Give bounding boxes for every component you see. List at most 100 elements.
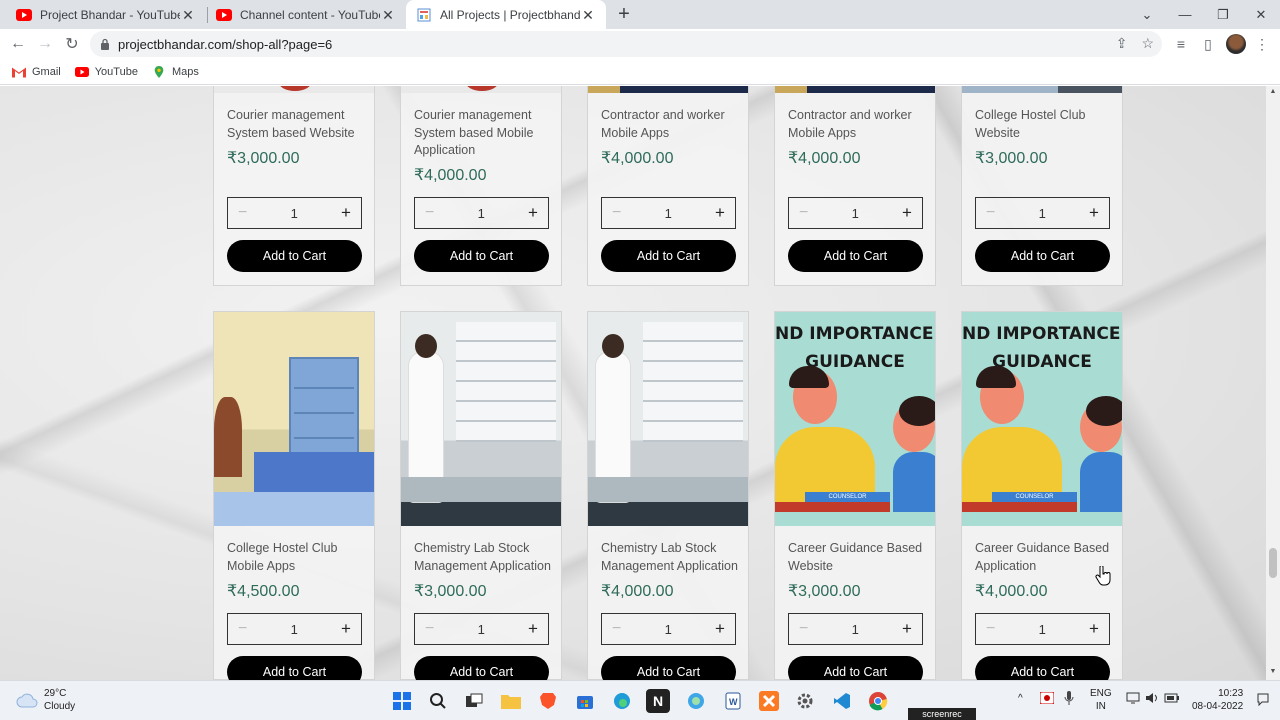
network-icon[interactable]	[1126, 692, 1140, 708]
increment-button[interactable]: +	[341, 619, 351, 639]
add-to-cart-button[interactable]: Add to Cart	[975, 656, 1110, 680]
decrement-button[interactable]: −	[986, 620, 995, 638]
reload-icon[interactable]: ↻	[62, 34, 82, 54]
quantity-value[interactable]: 1	[478, 206, 485, 221]
decrement-button[interactable]: −	[612, 204, 621, 222]
quantity-stepper[interactable]: − 1 +	[227, 613, 362, 645]
new-tab-button[interactable]: +	[614, 4, 634, 24]
product-name[interactable]: Courier management System based Website	[227, 107, 367, 142]
product-name[interactable]: College Hostel Club Website	[975, 107, 1115, 142]
menu-kebab-icon[interactable]: ⋮	[1252, 34, 1272, 54]
quantity-stepper[interactable]: − 1 +	[601, 613, 736, 645]
brave-browser-icon[interactable]	[536, 689, 560, 713]
quantity-stepper[interactable]: − 1 +	[975, 197, 1110, 229]
quantity-stepper[interactable]: − 1 +	[788, 613, 923, 645]
add-to-cart-button[interactable]: Add to Cart	[788, 656, 923, 680]
add-to-cart-button[interactable]: Add to Cart	[227, 240, 362, 272]
increment-button[interactable]: +	[715, 619, 725, 639]
decrement-button[interactable]: −	[425, 620, 434, 638]
quantity-value[interactable]: 1	[1039, 622, 1046, 637]
bookmark-gmail[interactable]: Gmail	[12, 66, 61, 78]
quantity-value[interactable]: 1	[665, 622, 672, 637]
decrement-button[interactable]: −	[799, 204, 808, 222]
vscode-icon[interactable]	[830, 689, 854, 713]
product-image[interactable]: ND IMPORTANCE OF CGUIDANCE COUNSELOR	[962, 312, 1122, 526]
product-card[interactable]: ND IMPORTANCE OF CGUIDANCE COUNSELOR Car…	[961, 311, 1123, 680]
quantity-stepper[interactable]: − 1 +	[227, 197, 362, 229]
scroll-up-arrow-icon[interactable]: ▲	[1269, 88, 1277, 95]
product-name[interactable]: Contractor and worker Mobile Apps	[601, 107, 741, 142]
quantity-stepper[interactable]: − 1 +	[414, 197, 549, 229]
product-card[interactable]: Contractor and worker Mobile Apps ₹4,000…	[587, 86, 749, 286]
notion-icon[interactable]: N	[646, 689, 670, 713]
windows-start-icon[interactable]	[390, 689, 414, 713]
quantity-value[interactable]: 1	[665, 206, 672, 221]
increment-button[interactable]: +	[715, 203, 725, 223]
tab-search-chevron-icon[interactable]: ⌄	[1128, 0, 1166, 29]
product-image[interactable]: ND IMPORTANCE OF CGUIDANCE COUNSELOR	[775, 312, 935, 526]
close-tab-icon[interactable]: ✕	[380, 7, 396, 23]
settings-gear-icon[interactable]	[793, 689, 817, 713]
product-name[interactable]: College Hostel Club Mobile Apps	[227, 540, 367, 575]
profile-avatar[interactable]	[1226, 34, 1246, 54]
clock[interactable]: 10:23 08-04-2022	[1192, 687, 1243, 713]
product-card[interactable]: Contractor and worker Mobile Apps ₹4,000…	[774, 86, 936, 286]
product-card[interactable]: Chemistry Lab Stock Management Applicati…	[400, 311, 562, 680]
bookmark-star-icon[interactable]: ☆	[1141, 35, 1154, 52]
photos-icon[interactable]	[684, 689, 708, 713]
tab-project-bhandar-youtube[interactable]: Project Bhandar - YouTube ✕	[6, 0, 206, 29]
quantity-value[interactable]: 1	[852, 622, 859, 637]
add-to-cart-button[interactable]: Add to Cart	[601, 656, 736, 680]
product-name[interactable]: Chemistry Lab Stock Management Applicati…	[414, 540, 554, 575]
tab-channel-content[interactable]: Channel content - YouTube Studio ✕	[206, 0, 406, 29]
product-card[interactable]: Chemistry Lab Stock Management Applicati…	[587, 311, 749, 680]
add-to-cart-button[interactable]: Add to Cart	[601, 240, 736, 272]
page-scrollbar[interactable]: ▲ ▼	[1266, 86, 1280, 680]
increment-button[interactable]: +	[341, 203, 351, 223]
volume-icon[interactable]	[1145, 692, 1159, 708]
quantity-value[interactable]: 1	[291, 622, 298, 637]
notifications-icon[interactable]	[1256, 692, 1270, 710]
quantity-value[interactable]: 1	[1039, 206, 1046, 221]
weather-widget[interactable]: 29°C Cloudy	[16, 687, 75, 713]
add-to-cart-button[interactable]: Add to Cart	[975, 240, 1110, 272]
quantity-stepper[interactable]: − 1 +	[414, 613, 549, 645]
store-icon[interactable]	[573, 689, 597, 713]
file-explorer-icon[interactable]	[499, 689, 523, 713]
xampp-icon[interactable]	[757, 689, 781, 713]
product-card[interactable]: ND IMPORTANCE OF CGUIDANCE COUNSELOR Car…	[774, 311, 936, 680]
close-window-button[interactable]: ✕	[1242, 0, 1280, 29]
increment-button[interactable]: +	[528, 203, 538, 223]
forward-arrow-icon[interactable]: →	[35, 34, 55, 54]
add-to-cart-button[interactable]: Add to Cart	[414, 656, 549, 680]
product-name[interactable]: Career Guidance Based Application	[975, 540, 1115, 575]
product-image[interactable]	[401, 312, 561, 526]
scrollbar-thumb[interactable]	[1269, 548, 1277, 578]
back-arrow-icon[interactable]: ←	[8, 34, 28, 54]
increment-button[interactable]: +	[528, 619, 538, 639]
microphone-icon[interactable]	[1064, 691, 1074, 709]
add-to-cart-button[interactable]: Add to Cart	[227, 656, 362, 680]
chrome-icon[interactable]	[866, 689, 890, 713]
record-indicator-icon[interactable]	[1039, 691, 1055, 708]
bookmark-youtube[interactable]: YouTube	[74, 66, 138, 78]
tray-chevron-up-icon[interactable]: ^	[1018, 692, 1023, 705]
add-to-cart-button[interactable]: Add to Cart	[414, 240, 549, 272]
product-card[interactable]: College Hostel Club Website ₹3,000.00 − 1…	[961, 86, 1123, 286]
decrement-button[interactable]: −	[238, 204, 247, 222]
close-tab-icon[interactable]: ✕	[580, 7, 596, 23]
decrement-button[interactable]: −	[799, 620, 808, 638]
tab-all-projects[interactable]: All Projects | Projectbhandar ✕	[406, 0, 606, 29]
quantity-stepper[interactable]: − 1 +	[601, 197, 736, 229]
product-name[interactable]: Courier management System based Mobile A…	[414, 107, 554, 160]
edge-icon[interactable]	[610, 689, 634, 713]
product-card[interactable]: Courier management System based Website …	[213, 86, 375, 286]
quantity-stepper[interactable]: − 1 +	[788, 197, 923, 229]
increment-button[interactable]: +	[902, 619, 912, 639]
quantity-value[interactable]: 1	[478, 622, 485, 637]
scroll-down-arrow-icon[interactable]: ▼	[1269, 668, 1277, 675]
increment-button[interactable]: +	[902, 203, 912, 223]
add-to-cart-button[interactable]: Add to Cart	[788, 240, 923, 272]
product-image[interactable]	[214, 312, 374, 526]
minimize-button[interactable]: —	[1166, 0, 1204, 29]
